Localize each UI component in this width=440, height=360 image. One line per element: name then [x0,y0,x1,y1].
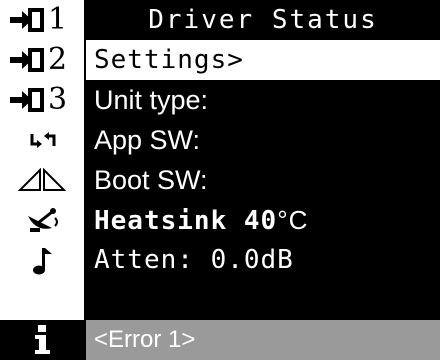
menu-row-3[interactable]: 3 Unit type: [0,80,440,120]
error-row-container[interactable]: <Error 1> [0,320,440,360]
unit-type-row: Unit type: [86,80,440,120]
menu-item-3[interactable]: 3 [0,80,84,120]
music-note-icon [33,248,52,275]
spacer-content [86,280,440,320]
boot-sw-icon-cell [0,160,84,200]
app-sw-label: App SW: [94,125,201,155]
menu-item-number: 2 [48,42,68,77]
error-status-bar[interactable]: <Error 1> [86,320,440,360]
satellite-dish-icon [28,208,58,232]
driver-status-screen: 1 Driver Status 2 Settings> 3 Unit type:… [0,0,440,360]
enter-arrow-icon [10,8,44,32]
info-icon-cell[interactable] [0,320,84,360]
app-sw-row-container: App SW: [0,120,440,160]
menu-item-2[interactable]: 2 [0,40,84,80]
menu-row-1[interactable]: 1 Driver Status [0,0,440,40]
atten-icon-cell [0,240,84,280]
heatsink-reading: Heatsink 40°C [94,200,308,240]
boot-sw-row: Boot SW: [86,160,440,200]
unit-type-label: Unit type: [94,85,209,115]
page-title: Driver Status [148,5,378,35]
enter-arrow-icon [10,88,44,112]
settings-link[interactable]: Settings> [94,40,244,80]
heatsink-row: Heatsink 40°C [86,200,440,240]
heatsink-icon-cell [0,200,84,240]
spacer-row [0,280,440,320]
heatsink-label: Heatsink [94,206,228,236]
heatsink-value: 40 [243,206,278,236]
app-sw-icon-cell [0,120,84,160]
mirror-triangles-icon [18,168,66,191]
menu-row-2[interactable]: 2 Settings> [0,40,440,80]
boot-sw-row-container: Boot SW: [0,160,440,200]
boot-sw-label: Boot SW: [94,165,208,195]
atten-row: Atten: 0.0dB [86,240,440,280]
heatsink-unit: °C [277,205,309,235]
header-bar: Driver Status [86,0,440,40]
info-icon[interactable] [32,324,52,356]
atten-label: Atten: 0.0dB [94,245,294,275]
atten-row-container: Atten: 0.0dB [0,240,440,280]
error-message: <Error 1> [94,326,196,353]
menu-item-number: 3 [48,82,68,117]
enter-arrow-icon [10,48,44,72]
menu-item-1[interactable]: 1 [0,0,84,40]
swap-arrows-icon [30,132,56,148]
spacer-icon-cell [0,280,84,320]
settings-row[interactable]: Settings> [86,40,440,80]
menu-item-number: 1 [48,2,68,37]
app-sw-row: App SW: [86,120,440,160]
heatsink-row-container: Heatsink 40°C [0,200,440,240]
